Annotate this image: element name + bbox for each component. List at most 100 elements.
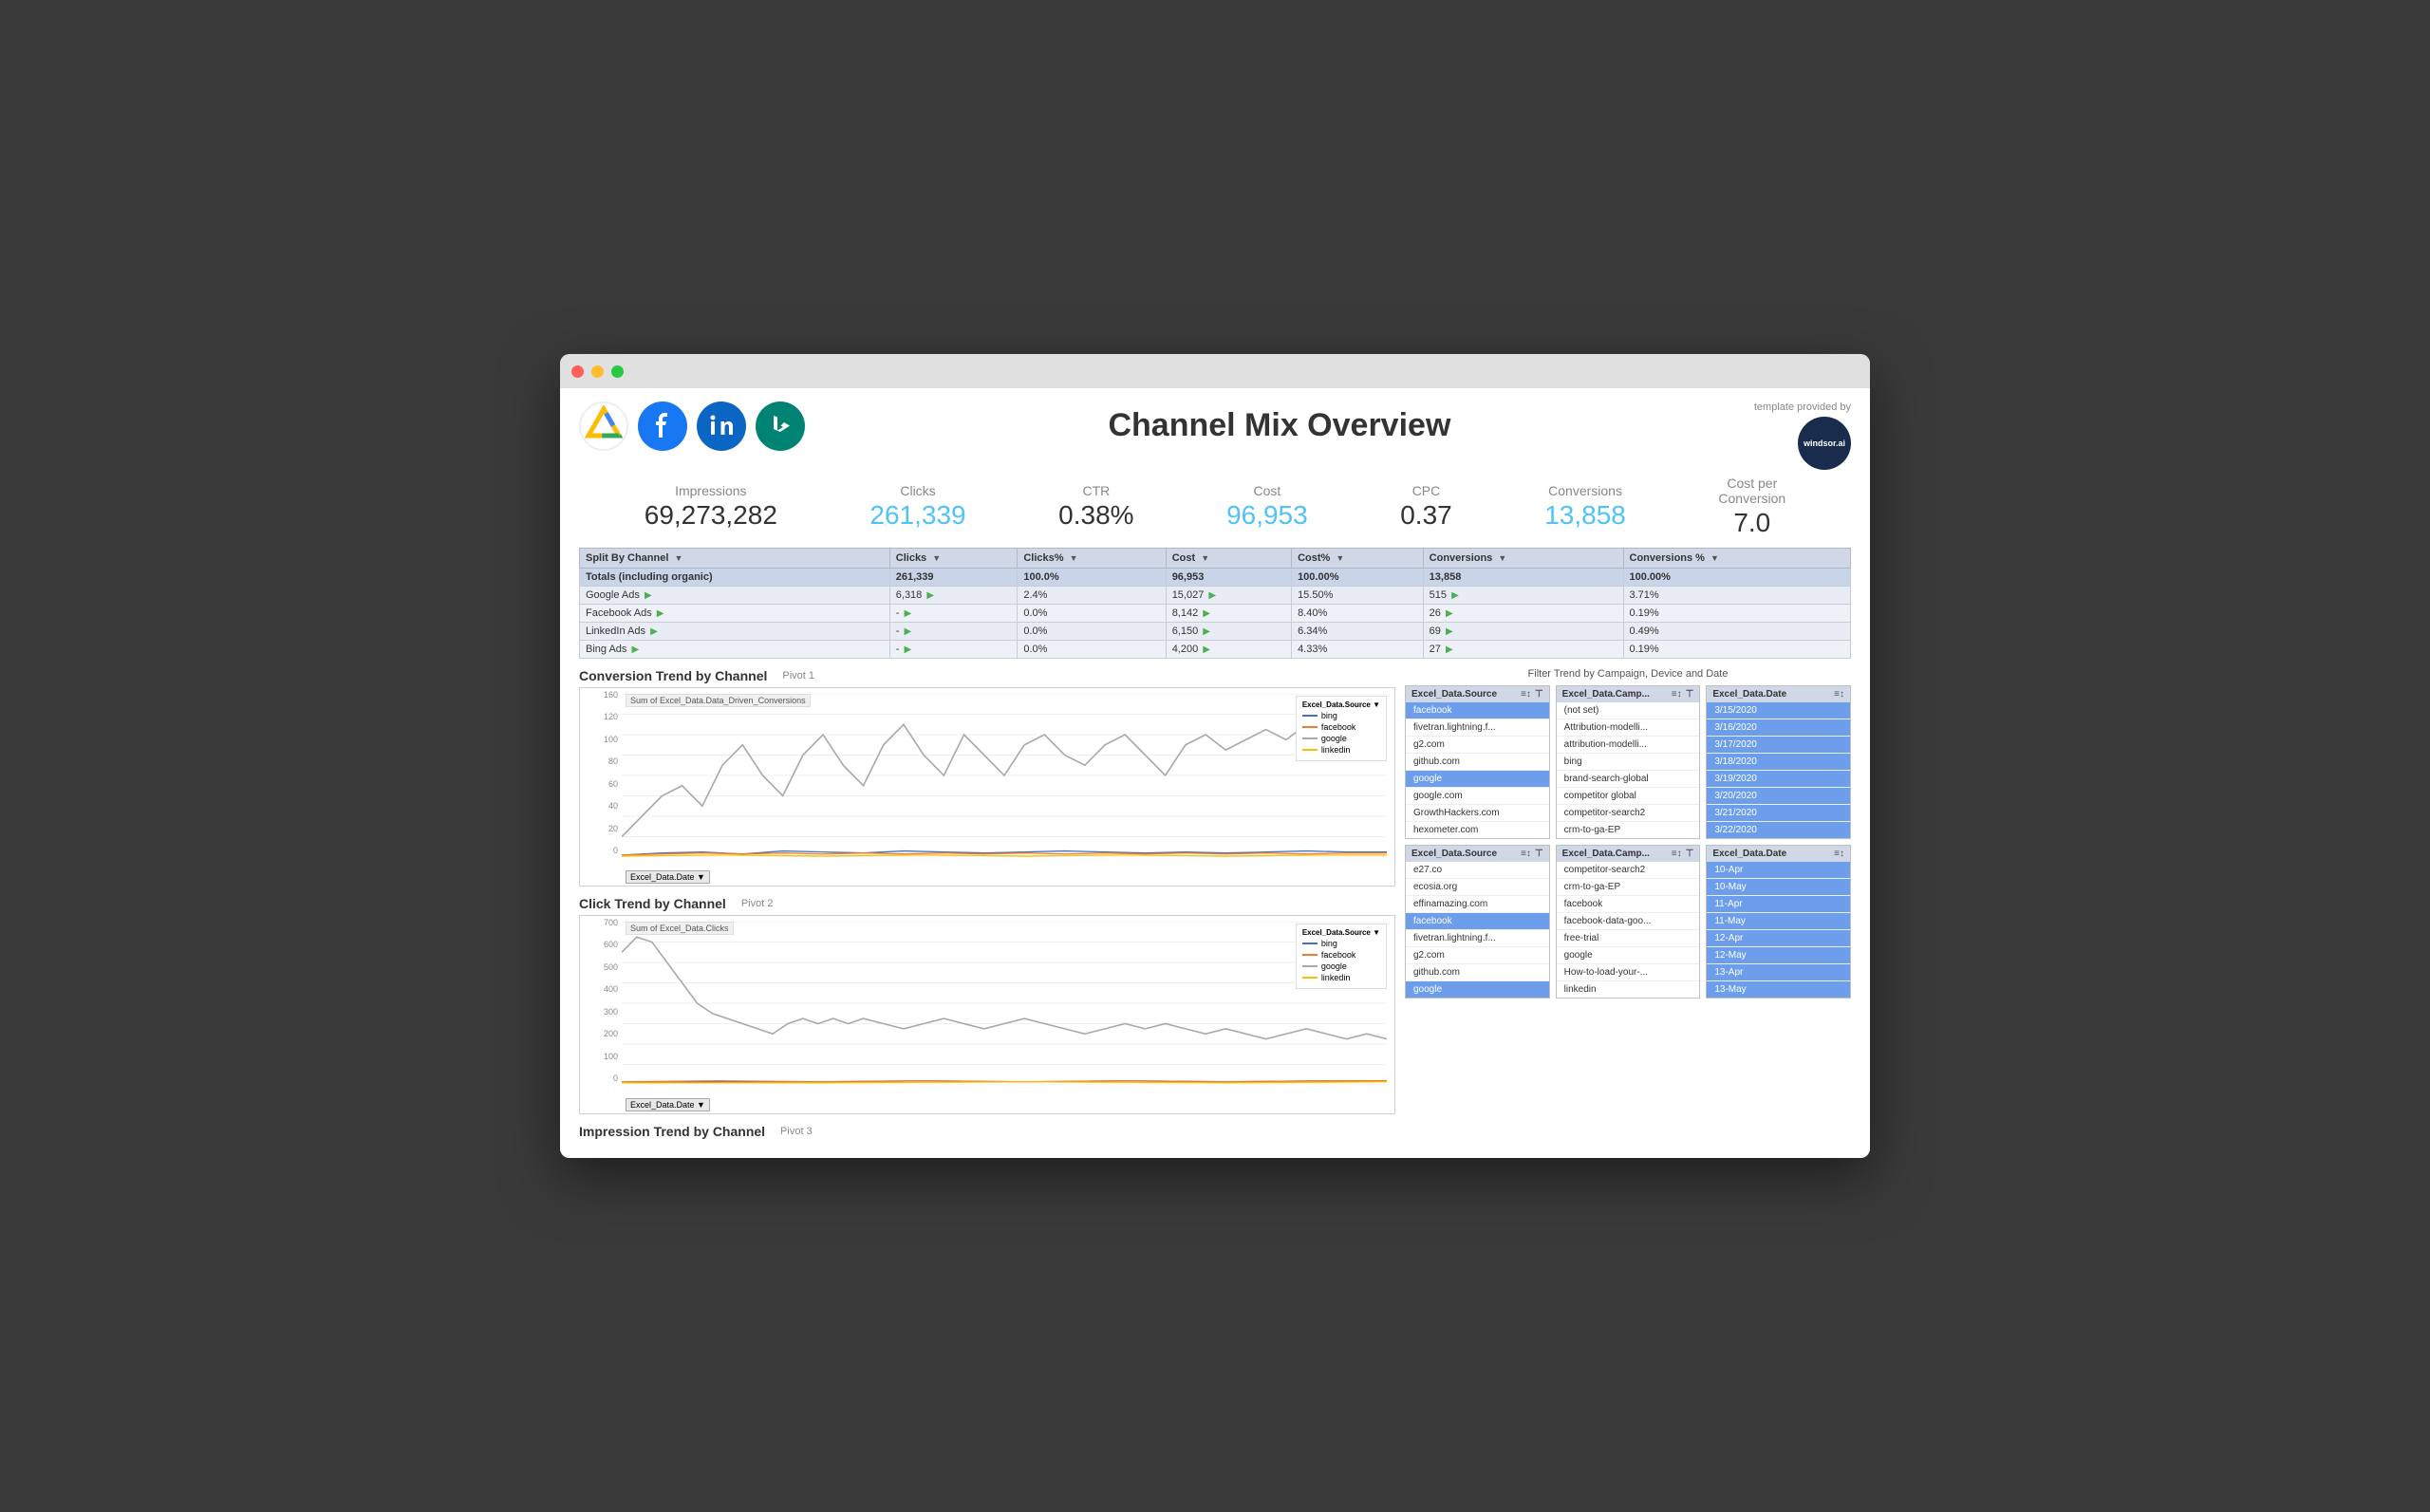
filter-item[interactable]: 3/17/2020 bbox=[1707, 737, 1850, 754]
filter-item[interactable]: facebook bbox=[1557, 896, 1700, 913]
col-cost-pct[interactable]: Cost% ▼ bbox=[1292, 549, 1424, 569]
filter-item[interactable]: google bbox=[1557, 947, 1700, 964]
filter-item[interactable]: fivetran.lightning.f... bbox=[1406, 719, 1549, 737]
facebook-ads-logo bbox=[638, 401, 687, 451]
filter-source2-filter[interactable]: ⊤ bbox=[1535, 849, 1543, 859]
filter-item[interactable]: 10-Apr bbox=[1707, 862, 1850, 879]
cost-label: Cost bbox=[1226, 483, 1308, 498]
filter-item[interactable]: google.com bbox=[1406, 788, 1549, 805]
filter-camp2-header: Excel_Data.Camp... ≡↕ ⊤ bbox=[1557, 846, 1700, 862]
filter-item[interactable]: 3/15/2020 bbox=[1707, 702, 1850, 719]
filter-item[interactable]: ecosia.org bbox=[1406, 879, 1549, 896]
filter-item[interactable]: facebook-data-goo... bbox=[1557, 913, 1700, 930]
bottom-section: Conversion Trend by Channel Pivot 1 Sum … bbox=[579, 668, 1851, 1148]
filter-source1-sort[interactable]: ≡↕ bbox=[1521, 689, 1531, 700]
row-conversions: 13,858 bbox=[1423, 569, 1623, 587]
filter-item[interactable]: github.com bbox=[1406, 754, 1549, 771]
filter-item[interactable]: competitor-search2 bbox=[1557, 805, 1700, 822]
filter-item[interactable]: Attribution-modelli... bbox=[1557, 719, 1700, 737]
google-ads-logo bbox=[579, 401, 628, 451]
row-conversions: 515 ▶ bbox=[1423, 587, 1623, 605]
filter-date1-body: 3/15/2020 3/16/2020 3/17/2020 3/18/2020 … bbox=[1707, 702, 1850, 838]
filter-item[interactable]: linkedin bbox=[1557, 981, 1700, 998]
filter-item[interactable]: GrowthHackers.com bbox=[1406, 805, 1549, 822]
close-button[interactable] bbox=[571, 365, 584, 378]
row-clicks: - ▶ bbox=[889, 605, 1018, 623]
filter-item[interactable]: 12-Apr bbox=[1707, 930, 1850, 947]
filter-item[interactable]: effinamazing.com bbox=[1406, 896, 1549, 913]
filter-item[interactable]: e27.co bbox=[1406, 862, 1549, 879]
filter-camp1-filter[interactable]: ⊤ bbox=[1686, 689, 1694, 700]
filter-source1-body: facebook fivetran.lightning.f... g2.com … bbox=[1406, 702, 1549, 838]
filter-date2-sort[interactable]: ≡↕ bbox=[1834, 849, 1844, 859]
clicks-label: Clicks bbox=[869, 483, 965, 498]
filter-camp2-icons: ≡↕ ⊤ bbox=[1672, 849, 1694, 859]
filter-item[interactable]: 11-May bbox=[1707, 913, 1850, 930]
filter-date1-sort[interactable]: ≡↕ bbox=[1834, 689, 1844, 700]
filter-date2-header: Excel_Data.Date ≡↕ bbox=[1707, 846, 1850, 862]
main-window: Channel Mix Overview template provided b… bbox=[560, 354, 1870, 1158]
col-channel[interactable]: Split By Channel ▼ bbox=[580, 549, 890, 569]
filter-item[interactable]: competitor global bbox=[1557, 788, 1700, 805]
chart2-date-filter[interactable]: Excel_Data.Date ▼ bbox=[626, 1098, 710, 1111]
filter-item[interactable]: attribution-modelli... bbox=[1557, 737, 1700, 754]
bing-ads-logo bbox=[756, 401, 805, 451]
metric-ctr: CTR 0.38% bbox=[1058, 483, 1133, 531]
filter-item[interactable]: crm-to-ga-EP bbox=[1557, 822, 1700, 838]
col-clicks[interactable]: Clicks ▼ bbox=[889, 549, 1018, 569]
chart2-data-label: Sum of Excel_Data.Clicks bbox=[626, 922, 734, 935]
filter-date1-icons: ≡↕ bbox=[1834, 689, 1844, 700]
filter-item[interactable]: facebook bbox=[1406, 913, 1549, 930]
clicks-value: 261,339 bbox=[869, 500, 965, 531]
filter-camp2-filter[interactable]: ⊤ bbox=[1686, 849, 1694, 859]
filter-item[interactable]: facebook bbox=[1406, 702, 1549, 719]
filter-item[interactable]: bing bbox=[1557, 754, 1700, 771]
col-cost[interactable]: Cost ▼ bbox=[1166, 549, 1291, 569]
filter-item[interactable]: 3/21/2020 bbox=[1707, 805, 1850, 822]
filter-item[interactable]: 11-Apr bbox=[1707, 896, 1850, 913]
logo-group bbox=[579, 401, 805, 451]
ctr-value: 0.38% bbox=[1058, 500, 1133, 531]
filter-item[interactable]: 3/22/2020 bbox=[1707, 822, 1850, 838]
filter-camp1-sort[interactable]: ≡↕ bbox=[1672, 689, 1682, 700]
chart3-header: Impression Trend by Channel Pivot 3 bbox=[579, 1124, 1395, 1139]
filter-item[interactable]: How-to-load-your-... bbox=[1557, 964, 1700, 981]
minimize-button[interactable] bbox=[591, 365, 604, 378]
filter-item[interactable]: 3/20/2020 bbox=[1707, 788, 1850, 805]
filter-item[interactable]: crm-to-ga-EP bbox=[1557, 879, 1700, 896]
filter-source2-sort[interactable]: ≡↕ bbox=[1521, 849, 1531, 859]
filter-item[interactable]: competitor-search2 bbox=[1557, 862, 1700, 879]
filter-source1-filter[interactable]: ⊤ bbox=[1535, 689, 1543, 700]
filter-title: Filter Trend by Campaign, Device and Dat… bbox=[1405, 668, 1851, 680]
col-clicks-pct[interactable]: Clicks% ▼ bbox=[1018, 549, 1166, 569]
filter-item[interactable]: 3/18/2020 bbox=[1707, 754, 1850, 771]
filter-item[interactable]: 12-May bbox=[1707, 947, 1850, 964]
chart3-pivot: Pivot 3 bbox=[780, 1126, 813, 1137]
filter-item[interactable]: g2.com bbox=[1406, 947, 1549, 964]
filter-item[interactable]: 10-May bbox=[1707, 879, 1850, 896]
col-conv-pct[interactable]: Conversions % ▼ bbox=[1623, 549, 1851, 569]
filter-item[interactable]: (not set) bbox=[1557, 702, 1700, 719]
channel-table: Split By Channel ▼ Clicks ▼ Clicks% ▼ Co… bbox=[579, 548, 1851, 659]
col-conversions[interactable]: Conversions ▼ bbox=[1423, 549, 1623, 569]
filter-item[interactable]: 3/16/2020 bbox=[1707, 719, 1850, 737]
filter-item[interactable]: g2.com bbox=[1406, 737, 1549, 754]
filter-item[interactable]: 3/19/2020 bbox=[1707, 771, 1850, 788]
filter-item[interactable]: github.com bbox=[1406, 964, 1549, 981]
filter-item[interactable]: brand-search-global bbox=[1557, 771, 1700, 788]
filter-camp2-sort[interactable]: ≡↕ bbox=[1672, 849, 1682, 859]
filter-item[interactable]: google bbox=[1406, 981, 1549, 998]
row-conv-pct: 0.19% bbox=[1623, 641, 1851, 659]
cost-per-conv-value: 7.0 bbox=[1718, 508, 1785, 538]
filter-item[interactable]: hexometer.com bbox=[1406, 822, 1549, 838]
filter-item[interactable]: 13-Apr bbox=[1707, 964, 1850, 981]
maximize-button[interactable] bbox=[611, 365, 624, 378]
row-cost: 96,953 bbox=[1166, 569, 1291, 587]
page-title: Channel Mix Overview bbox=[805, 401, 1754, 444]
chart1-date-filter[interactable]: Excel_Data.Date ▼ bbox=[626, 870, 710, 884]
filter-item[interactable]: free-trial bbox=[1557, 930, 1700, 947]
filter-item[interactable]: 13-May bbox=[1707, 981, 1850, 998]
filter-item[interactable]: google bbox=[1406, 771, 1549, 788]
charts-column: Conversion Trend by Channel Pivot 1 Sum … bbox=[579, 668, 1395, 1148]
filter-item[interactable]: fivetran.lightning.f... bbox=[1406, 930, 1549, 947]
